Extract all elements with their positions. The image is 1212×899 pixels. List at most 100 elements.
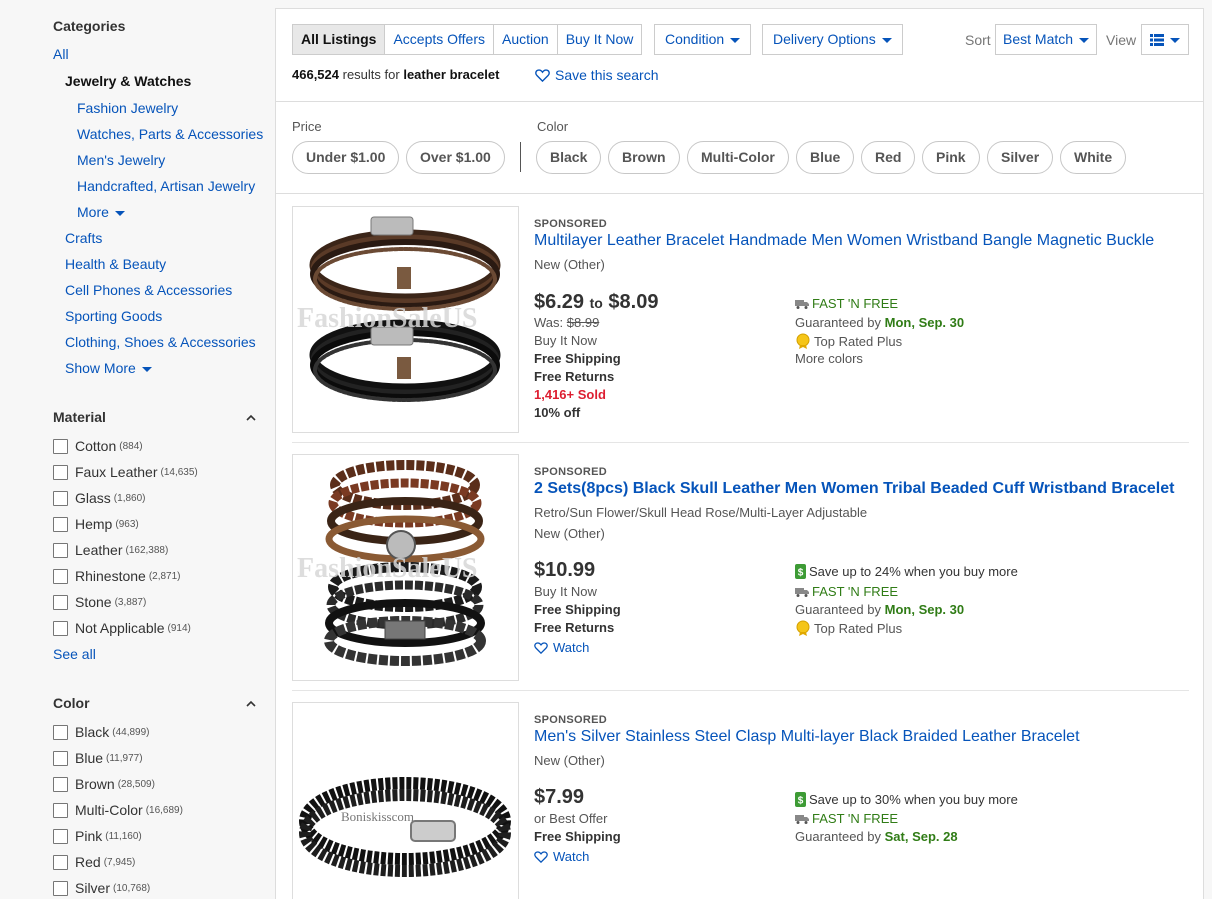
price-tag-icon: $ bbox=[795, 564, 806, 579]
color-pill-silver[interactable]: Silver bbox=[987, 141, 1054, 174]
checkbox[interactable] bbox=[53, 620, 68, 636]
chevron-down-icon bbox=[114, 210, 125, 216]
guaranteed-date: Mon, Sep. 30 bbox=[884, 315, 965, 330]
more-subcategories-link[interactable]: More bbox=[77, 204, 125, 220]
category-clothing[interactable]: Clothing, Shoes & Accessories bbox=[65, 334, 256, 350]
color-pill-multi-color[interactable]: Multi-Color bbox=[687, 141, 789, 174]
material-option-hemp[interactable]: Hemp (963) bbox=[53, 515, 139, 533]
chevron-down-icon bbox=[1170, 37, 1180, 43]
fast-n-free: FAST 'N FREE bbox=[795, 811, 898, 826]
free-shipping: Free Shipping bbox=[534, 602, 621, 617]
results-summary: 466,524 results for leather bracelet bbox=[292, 67, 499, 82]
chevron-up-icon[interactable] bbox=[246, 699, 256, 709]
checkbox[interactable] bbox=[53, 594, 68, 610]
option-label: Cotton bbox=[75, 438, 117, 454]
checkbox[interactable] bbox=[53, 542, 68, 558]
divider bbox=[292, 690, 1189, 691]
price-over-pill[interactable]: Over $1.00 bbox=[406, 141, 505, 174]
product-image[interactable]: Boniskisscom bbox=[292, 702, 519, 899]
chevron-up-icon[interactable] bbox=[246, 413, 256, 423]
product-image[interactable]: FashionSaleUS bbox=[292, 206, 519, 433]
subcategory-handcrafted[interactable]: Handcrafted, Artisan Jewelry bbox=[77, 178, 255, 194]
material-option-rhinestone[interactable]: Rhinestone (2,871) bbox=[53, 567, 181, 585]
color-option-brown[interactable]: Brown (28,509) bbox=[53, 775, 155, 793]
buy-format: Buy It Now bbox=[534, 333, 597, 348]
delivery-options-dropdown[interactable]: Delivery Options bbox=[762, 24, 903, 55]
watch-button[interactable]: Watch bbox=[534, 849, 589, 864]
subcategory-mens-jewelry[interactable]: Men's Jewelry bbox=[77, 152, 165, 168]
category-health-beauty[interactable]: Health & Beauty bbox=[65, 256, 166, 272]
listing-title-link[interactable]: Men's Silver Stainless Steel Clasp Multi… bbox=[534, 728, 1080, 746]
view-dropdown[interactable] bbox=[1141, 24, 1189, 55]
color-option-black[interactable]: Black (44,899) bbox=[53, 723, 149, 741]
material-option-glass[interactable]: Glass (1,860) bbox=[53, 489, 145, 507]
color-option-multi-color[interactable]: Multi-Color (16,689) bbox=[53, 801, 183, 819]
category-cell-phones[interactable]: Cell Phones & Accessories bbox=[65, 282, 232, 298]
tab-all-listings[interactable]: All Listings bbox=[293, 25, 386, 54]
material-option-not-applicable[interactable]: Not Applicable (914) bbox=[53, 619, 191, 637]
checkbox[interactable] bbox=[53, 438, 68, 454]
was-price: Was: $8.99 bbox=[534, 315, 599, 330]
checkbox[interactable] bbox=[53, 880, 68, 896]
product-image[interactable]: FashionSaleUS bbox=[292, 454, 519, 681]
option-label: Pink bbox=[75, 828, 103, 844]
color-pill-brown[interactable]: Brown bbox=[608, 141, 680, 174]
save-search-link[interactable]: Save this search bbox=[535, 67, 659, 83]
tab-auction[interactable]: Auction bbox=[494, 25, 558, 54]
option-label: Blue bbox=[75, 750, 104, 766]
sidebar: Categories All Jewelry & Watches Fashion… bbox=[0, 0, 275, 899]
option-label: Hemp bbox=[75, 516, 113, 532]
tab-buy-it-now[interactable]: Buy It Now bbox=[558, 25, 642, 54]
watch-button[interactable]: Watch bbox=[534, 640, 589, 655]
color-pill-pink[interactable]: Pink bbox=[922, 141, 980, 174]
sponsored-label: SPONSORED bbox=[534, 714, 607, 726]
price-under-pill[interactable]: Under $1.00 bbox=[292, 141, 400, 174]
color-option-pink[interactable]: Pink (11,160) bbox=[53, 827, 142, 845]
color-option-blue[interactable]: Blue (11,977) bbox=[53, 749, 143, 767]
checkbox[interactable] bbox=[53, 464, 68, 480]
checkbox[interactable] bbox=[53, 854, 68, 870]
color-pill-blue[interactable]: Blue bbox=[796, 141, 855, 174]
checkbox[interactable] bbox=[53, 776, 68, 792]
color-pill-white[interactable]: White bbox=[1060, 141, 1127, 174]
guaranteed-date: Mon, Sep. 30 bbox=[884, 602, 965, 617]
tab-accepts-offers[interactable]: Accepts Offers bbox=[385, 25, 495, 54]
show-more-link[interactable]: Show More bbox=[65, 360, 152, 376]
free-shipping: Free Shipping bbox=[534, 351, 621, 366]
checkbox[interactable] bbox=[53, 568, 68, 584]
heart-icon bbox=[535, 68, 550, 82]
color-pill-black[interactable]: Black bbox=[536, 141, 602, 174]
listing-title-link[interactable]: Multilayer Leather Bracelet Handmade Men… bbox=[534, 232, 1154, 250]
category-crafts[interactable]: Crafts bbox=[65, 230, 102, 246]
condition-dropdown[interactable]: Condition bbox=[654, 24, 752, 55]
heart-icon bbox=[534, 641, 548, 654]
checkbox[interactable] bbox=[53, 828, 68, 844]
material-option-leather[interactable]: Leather (162,388) bbox=[53, 541, 168, 559]
material-option-stone[interactable]: Stone (3,887) bbox=[53, 593, 146, 611]
color-option-red[interactable]: Red (7,945) bbox=[53, 853, 135, 871]
listing-item: Boniskisscom SPONSORED Men's Silver Stai… bbox=[292, 702, 1189, 899]
item-price: $10.99 bbox=[534, 559, 596, 581]
sort-dropdown[interactable]: Best Match bbox=[995, 24, 1098, 55]
material-option-cotton[interactable]: Cotton (884) bbox=[53, 437, 143, 455]
results-text: results for bbox=[342, 67, 400, 82]
color-pill-red[interactable]: Red bbox=[861, 141, 916, 174]
checkbox[interactable] bbox=[53, 802, 68, 818]
truck-icon bbox=[795, 299, 809, 309]
color-option-silver[interactable]: Silver (10,768) bbox=[53, 879, 150, 897]
category-sporting-goods[interactable]: Sporting Goods bbox=[65, 308, 162, 324]
checkbox[interactable] bbox=[53, 516, 68, 532]
checkbox[interactable] bbox=[53, 750, 68, 766]
subcategory-watches[interactable]: Watches, Parts & Accessories bbox=[77, 126, 263, 142]
checkbox[interactable] bbox=[53, 490, 68, 506]
material-option-faux-leather[interactable]: Faux Leather (14,635) bbox=[53, 463, 198, 481]
material-see-all-link[interactable]: See all bbox=[53, 646, 96, 662]
top-rated-label: Top Rated Plus bbox=[814, 620, 903, 636]
category-all-link[interactable]: All bbox=[53, 46, 69, 62]
checkbox[interactable] bbox=[53, 724, 68, 740]
option-count: (11,160) bbox=[105, 830, 142, 842]
heart-icon bbox=[534, 850, 548, 863]
subcategory-fashion-jewelry[interactable]: Fashion Jewelry bbox=[77, 100, 178, 116]
was-label: Was: bbox=[534, 315, 564, 330]
listing-title-link[interactable]: 2 Sets(8pcs) Black Skull Leather Men Wom… bbox=[534, 480, 1174, 498]
